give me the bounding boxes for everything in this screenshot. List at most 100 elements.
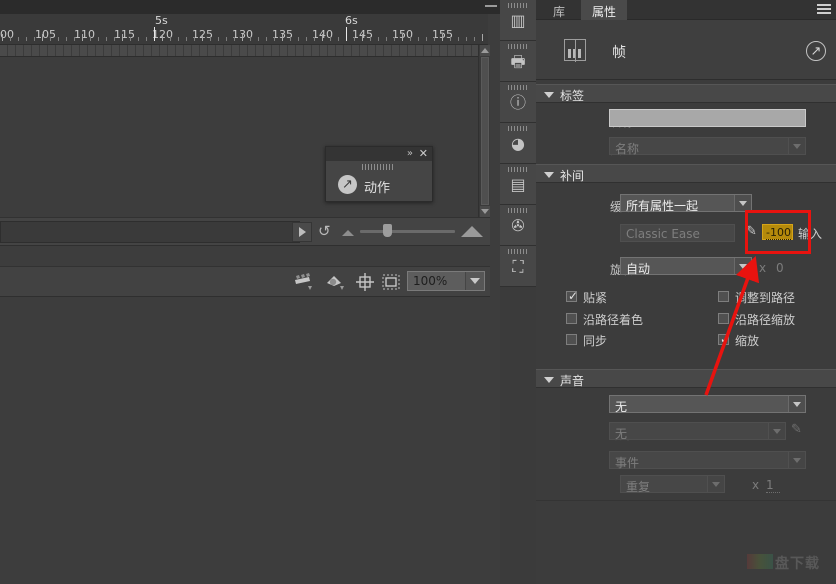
dock-grip[interactable] [508, 126, 528, 131]
actions-panel-titlebar[interactable]: » ✕ [326, 147, 432, 161]
dock-grip[interactable] [508, 167, 528, 172]
edit-symbol-icon[interactable] [325, 272, 347, 293]
tween-ease-preset-value: Classic Ease [626, 227, 700, 241]
panel-tabbar: 库 属性 [536, 0, 836, 20]
align-icon: ▤ [510, 175, 526, 194]
tween-ease-preset-field[interactable]: Classic Ease [620, 224, 735, 242]
free-transform-icon: ⛶ [512, 257, 524, 276]
dock-empty-area [500, 287, 536, 584]
center-frame-icon[interactable] [354, 272, 376, 293]
page-title: 帧 [612, 45, 626, 61]
tab-properties[interactable]: 属性 [581, 0, 628, 20]
edit-pencil-icon[interactable]: ✎ [791, 422, 805, 437]
zoom-in-frames-icon[interactable] [461, 226, 483, 237]
ruler-tick [354, 37, 355, 41]
chevron-down-icon[interactable] [788, 138, 805, 154]
tab-library[interactable]: 库 [542, 0, 576, 20]
chevron-down-icon[interactable] [465, 272, 484, 290]
frame-size-slider-knob[interactable] [383, 224, 392, 237]
frame-size-slider[interactable] [360, 230, 455, 233]
actions-floating-panel[interactable]: » ✕ ↗ 动作 [325, 146, 433, 202]
timeline-frames-band[interactable] [0, 45, 488, 57]
playhead-track[interactable] [0, 221, 300, 243]
chevron-down-icon[interactable] [788, 452, 805, 468]
open-actions-icon[interactable]: ↗ [806, 41, 826, 61]
stage-lower-area[interactable] [0, 297, 490, 584]
loop-icon[interactable]: ↺ [318, 224, 331, 239]
panel-grip[interactable] [362, 164, 394, 170]
dock-grip[interactable] [508, 249, 528, 254]
checkbox-同步[interactable] [566, 334, 577, 345]
ruler-tick [482, 34, 483, 41]
ruler-tick [90, 37, 91, 41]
ruler-tick [362, 34, 363, 41]
stage-vertical-scrollbar[interactable] [478, 45, 490, 217]
timeline-ruler[interactable]: 5s6s 00105110115120125130135140145150155 [0, 14, 488, 45]
checkbox-label: 贴紧 [583, 291, 608, 305]
checkbox-贴紧[interactable]: ✓ [566, 289, 578, 303]
zoom-level-combo[interactable]: 100% [407, 271, 485, 291]
ruler-tick [458, 37, 459, 41]
align-dock-button[interactable]: ▤ [500, 164, 536, 205]
panel-menu-icon[interactable] [817, 4, 831, 15]
close-icon[interactable]: ✕ [419, 147, 428, 160]
repeat-times-symbol: x [752, 478, 760, 492]
ruler-tick [34, 37, 35, 41]
label-name-input[interactable] [609, 109, 806, 127]
ruler-tick [282, 34, 283, 41]
chevron-down-icon[interactable] [707, 476, 724, 492]
label-type-select[interactable]: 名称 [609, 137, 806, 156]
info-icon: ⓘ [509, 93, 526, 112]
ruler-tick [338, 37, 339, 41]
ruler-tick [162, 34, 163, 41]
repeat-count-value[interactable]: 1 [766, 478, 780, 493]
info-dock-button[interactable]: ⓘ [500, 82, 536, 123]
dock-grip[interactable] [508, 3, 528, 8]
checkbox-label: 沿路径着色 [583, 313, 644, 327]
chevron-down-icon[interactable] [768, 423, 785, 439]
sound-effect-select[interactable]: 无 [609, 422, 786, 441]
color-palette-dock-button[interactable]: ◕ [500, 123, 536, 164]
ruler-tick [250, 37, 251, 41]
collapsed-panel-dock: ▥ 🖶 ⓘ ◕ ▤ ✇ ⛶ [500, 0, 536, 584]
zoom-out-frames-icon[interactable] [342, 230, 354, 236]
tween-ease-select[interactable]: 所有属性一起 [620, 194, 752, 213]
library-dock-button[interactable]: ▥ [500, 0, 536, 41]
expand-icon[interactable]: » [407, 148, 413, 159]
dock-grip[interactable] [508, 44, 528, 49]
chevron-down-icon[interactable] [544, 172, 554, 178]
checkbox-沿路径着色[interactable] [566, 313, 577, 324]
transform-dock-button[interactable]: ✇ [500, 205, 536, 246]
sound-repeat-select[interactable]: 重复 [620, 475, 725, 494]
scroll-up-icon[interactable] [480, 45, 490, 56]
sound-sync-select[interactable]: 事件 [609, 451, 806, 470]
minimize-icon[interactable] [485, 5, 497, 7]
ruler-tick [314, 37, 315, 41]
ruler-tick [434, 37, 435, 41]
play-button[interactable] [292, 222, 312, 242]
section-header-label[interactable]: 标签 [536, 84, 836, 103]
actions-icon: ↗ [338, 175, 357, 194]
scroll-down-icon[interactable] [480, 206, 490, 217]
fit-to-window-icon[interactable] [380, 272, 402, 293]
print-icon: 🖶 [510, 52, 526, 71]
dock-grip[interactable] [508, 85, 528, 90]
chevron-down-icon[interactable] [544, 92, 554, 98]
chevron-down-icon[interactable] [734, 195, 751, 211]
scrollbar-thumb[interactable] [481, 57, 489, 205]
ruler-tick [114, 37, 115, 41]
chevron-down-icon[interactable] [544, 377, 554, 383]
ruler-tick [218, 37, 219, 41]
ruler-tick [2, 34, 3, 41]
free-transform-dock-button[interactable]: ⛶ [500, 246, 536, 287]
ruler-tick [82, 34, 83, 41]
section-title-tween: 补间 [560, 169, 585, 183]
ruler-tick [442, 34, 443, 41]
dock-grip[interactable] [508, 208, 528, 213]
edit-scene-icon[interactable] [293, 272, 315, 293]
ruler-tick [146, 37, 147, 41]
ruler-tick [26, 37, 27, 41]
print-dock-button[interactable]: 🖶 [500, 41, 536, 82]
section-header-tween[interactable]: 补间 [536, 164, 836, 183]
ruler-tick [242, 34, 243, 41]
